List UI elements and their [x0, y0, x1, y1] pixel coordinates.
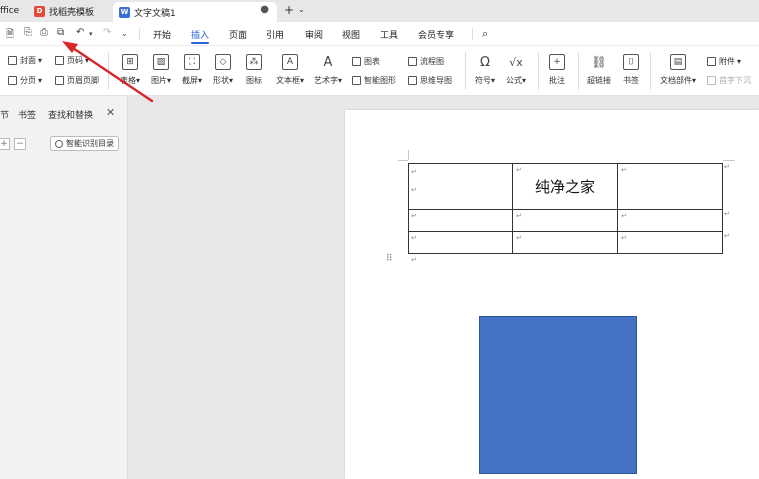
- annotation-arrow: [62, 41, 154, 103]
